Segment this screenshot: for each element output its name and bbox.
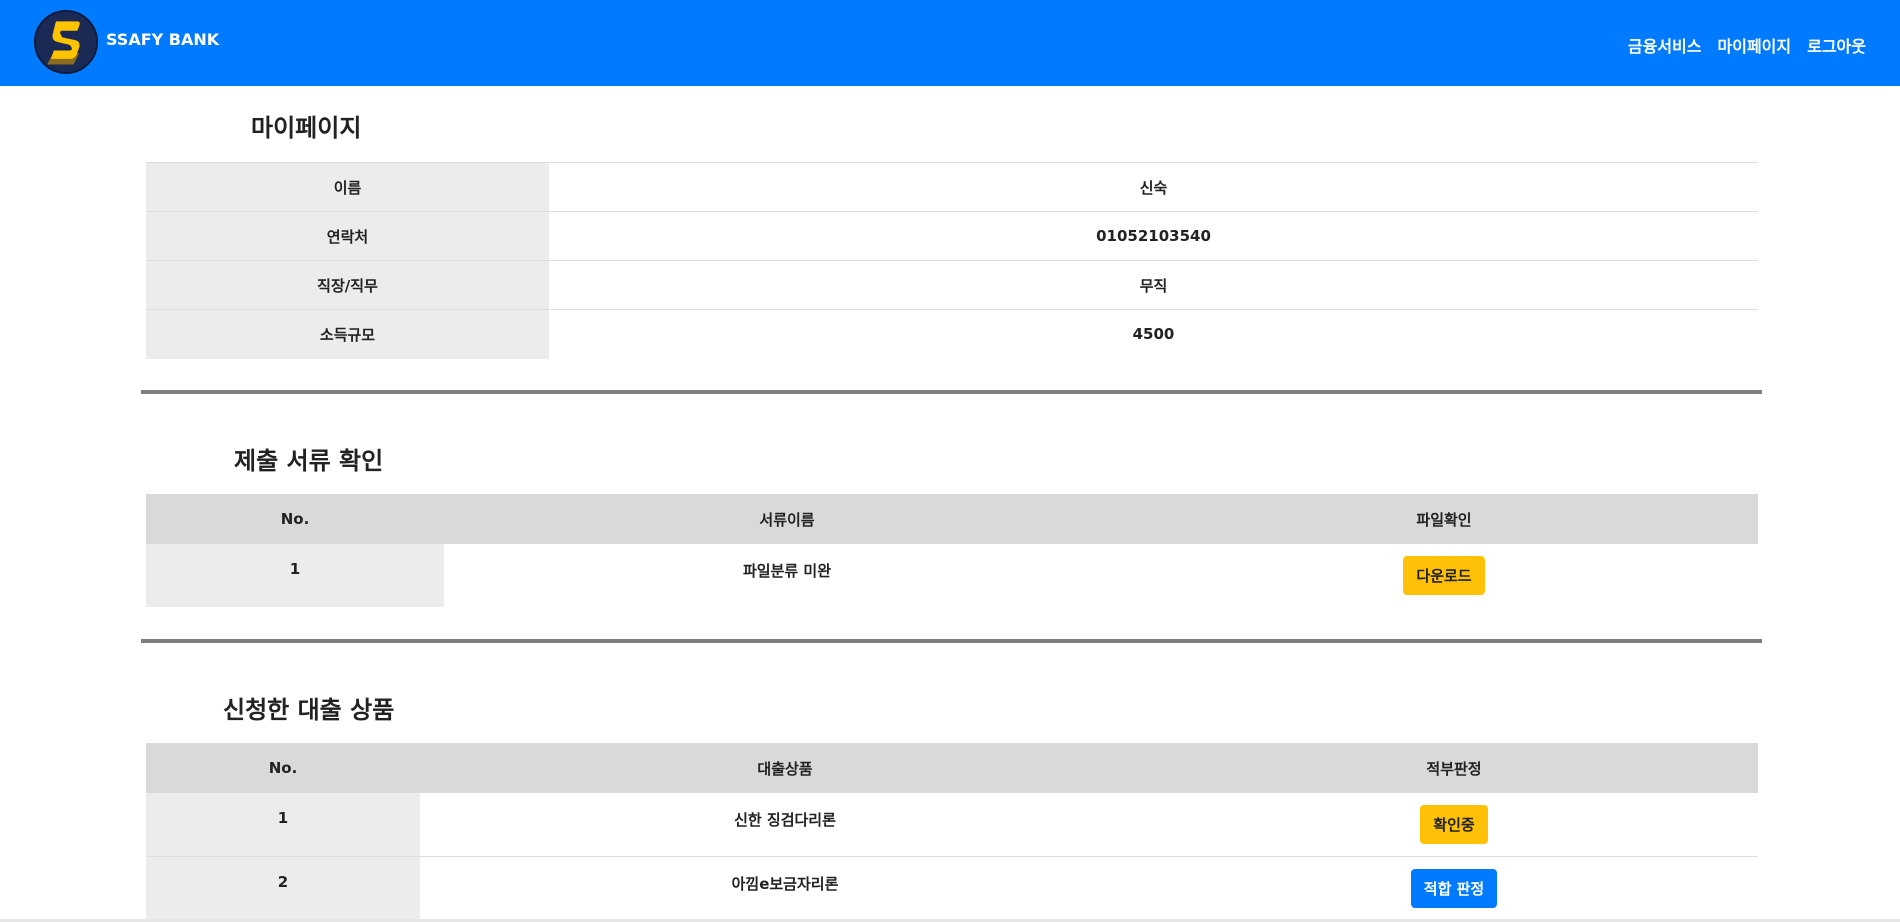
profile-row-contact: 연락처 01052103540 bbox=[146, 211, 1758, 261]
profile-value: 무직 bbox=[549, 260, 1758, 310]
loan-status-cell: 확인중 bbox=[1150, 793, 1758, 857]
ssafy-logo-icon[interactable] bbox=[34, 10, 98, 74]
profile-row-income: 소득규모 4500 bbox=[146, 309, 1758, 359]
column-header: No. bbox=[146, 743, 420, 793]
status-approved-button[interactable]: 적합 판정 bbox=[1410, 868, 1498, 908]
section-divider bbox=[141, 390, 1762, 394]
table-row: 2 아낌e보금자리론 적합 판정 bbox=[146, 856, 1758, 920]
status-checking-button[interactable]: 확인중 bbox=[1420, 805, 1488, 844]
section-divider bbox=[141, 639, 1762, 643]
loan-no: 2 bbox=[146, 856, 420, 920]
profile-label: 소득규모 bbox=[146, 309, 549, 359]
nav-logout[interactable]: 로그아웃 bbox=[1807, 33, 1866, 57]
loan-product: 신한 징검다리론 bbox=[420, 793, 1150, 857]
download-button[interactable]: 다운로드 bbox=[1403, 556, 1485, 595]
nav-financial-services[interactable]: 금융서비스 bbox=[1628, 33, 1702, 57]
column-header: 적부판정 bbox=[1150, 743, 1758, 793]
document-no: 1 bbox=[146, 544, 444, 607]
profile-row-name: 이름 신숙 bbox=[146, 162, 1758, 212]
loans-header-row: No. 대출상품 적부판정 bbox=[146, 743, 1758, 793]
profile-label: 직장/직무 bbox=[146, 260, 549, 310]
column-header: No. bbox=[146, 494, 444, 544]
table-row: 1 파일분류 미완 다운로드 bbox=[146, 544, 1758, 607]
profile-table: 이름 신숙 연락처 01052103540 직장/직무 무직 소득규모 4500 bbox=[146, 162, 1758, 359]
document-action-cell: 다운로드 bbox=[1130, 544, 1758, 607]
brand-name[interactable]: SSAFY BANK bbox=[106, 30, 219, 49]
profile-value: 신숙 bbox=[549, 162, 1758, 212]
documents-header-row: No. 서류이름 파일확인 bbox=[146, 494, 1758, 544]
profile-value: 01052103540 bbox=[549, 211, 1758, 261]
column-header: 서류이름 bbox=[444, 494, 1130, 544]
profile-row-job: 직장/직무 무직 bbox=[146, 260, 1758, 310]
loans-title: 신청한 대출 상품 bbox=[223, 696, 395, 724]
loans-table: No. 대출상품 적부판정 1 신한 징검다리론 확인중 2 아낌e보금자리론 … bbox=[146, 743, 1758, 920]
profile-label: 이름 bbox=[146, 162, 549, 212]
document-name: 파일분류 미완 bbox=[742, 562, 832, 580]
column-header: 파일확인 bbox=[1130, 494, 1758, 544]
profile-value: 4500 bbox=[1132, 325, 1175, 344]
nav-mypage[interactable]: 마이페이지 bbox=[1718, 33, 1792, 57]
table-row: 1 신한 징검다리론 확인중 bbox=[146, 793, 1758, 857]
top-navbar: SSAFY BANK 금융서비스 마이페이지 로그아웃 bbox=[0, 0, 1900, 86]
profile-label: 연락처 bbox=[146, 211, 549, 261]
main-nav: 금융서비스 마이페이지 로그아웃 bbox=[1628, 33, 1866, 57]
documents-title: 제출 서류 확인 bbox=[234, 447, 384, 475]
loan-status-cell: 적합 판정 bbox=[1150, 856, 1758, 920]
loan-no: 1 bbox=[146, 793, 420, 857]
documents-table: No. 서류이름 파일확인 1 파일분류 미완 다운로드 bbox=[146, 494, 1758, 607]
column-header: 대출상품 bbox=[420, 743, 1150, 793]
loan-product: 아낌e보금자리론 bbox=[420, 856, 1150, 920]
mypage-title: 마이페이지 bbox=[251, 114, 362, 142]
